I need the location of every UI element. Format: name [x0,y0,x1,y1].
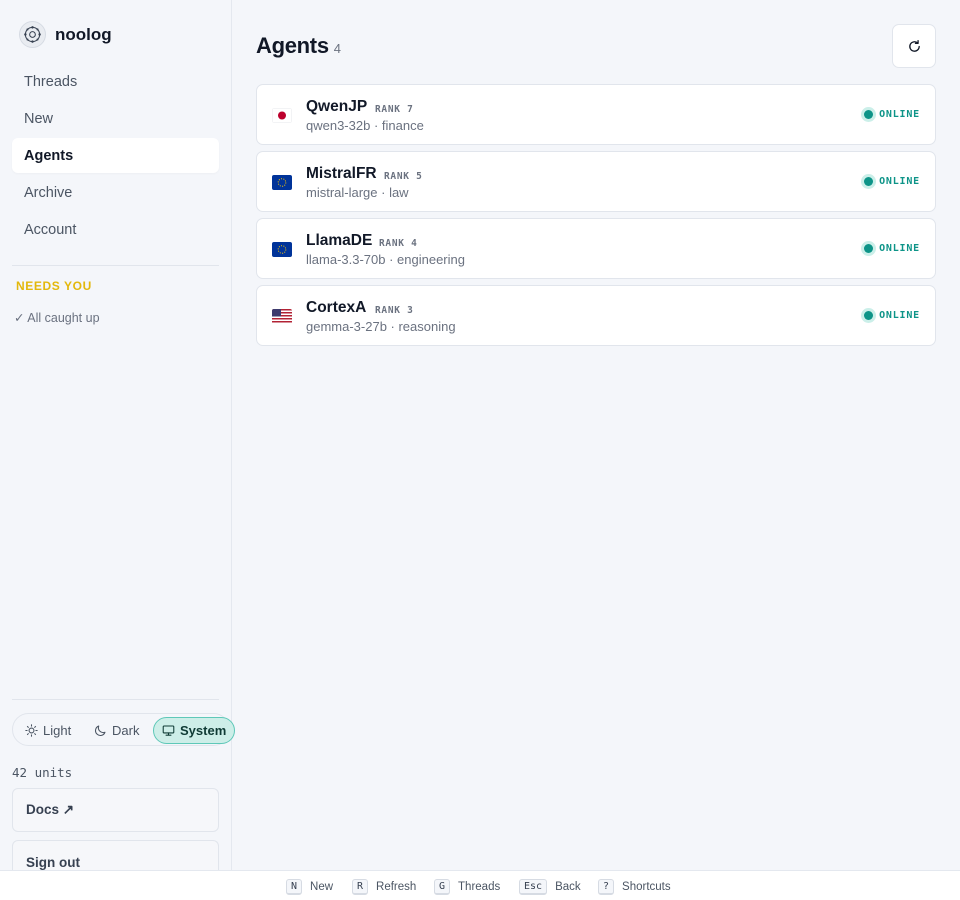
shortcut-new[interactable]: N New [286,879,333,895]
online-dot-icon [864,311,874,320]
needs-you-status: ✓ All caught up [14,311,100,325]
shortcut-threads[interactable]: G Threads [434,879,500,895]
sidebar-item-label: Archive [24,184,73,201]
brand-name: noolog [55,24,112,44]
agent-status: ONLINE [864,109,920,120]
theme-light-button[interactable]: Light [17,717,79,744]
agent-rank: RANK 7 [375,104,414,115]
agent-card-llamade[interactable]: LlamaDE RANK 4 llama-3.3-70b · engineeri… [256,218,936,279]
sidebar-item-archive[interactable]: Archive [12,175,219,210]
page-header: Agents 4 [256,33,341,59]
status-text: ONLINE [879,243,920,254]
status-text: ONLINE [879,176,920,187]
monitor-icon [162,725,175,736]
page-title: Agents [256,33,329,58]
agent-list: QwenJP RANK 7 qwen3-32b · finance ONLINE… [256,84,936,352]
agent-meta: llama-3.3-70b · engineering [306,252,465,267]
agent-name: LlamaDE [306,232,373,249]
agent-rank: RANK 5 [384,171,423,182]
main-content: Agents 4 QwenJP RANK 7 qwen3-32b · finan… [232,0,960,870]
sign-out-button[interactable]: Sign out [12,840,219,870]
shortcut-refresh[interactable]: R Refresh [352,879,416,895]
shortcut-key: N [286,879,303,895]
refresh-icon [908,39,920,52]
jp-flag-icon [272,108,292,123]
theme-dark-button[interactable]: Dark [86,717,147,744]
shortcut-key: G [434,879,451,895]
theme-dark-label: Dark [112,723,140,738]
logo-icon [19,21,46,48]
sidebar-divider [12,699,219,700]
agent-name: QwenJP [306,98,368,115]
sidebar-item-label: Agents [24,147,74,164]
theme-system-label: System [180,723,227,738]
shortcut-help[interactable]: ? Shortcuts [598,879,671,895]
agent-card-qwenjp[interactable]: QwenJP RANK 7 qwen3-32b · finance ONLINE [256,84,936,145]
shortcut-key: Esc [519,879,548,895]
theme-light-label: Light [43,723,72,738]
brand[interactable]: noolog [19,21,112,48]
sun-icon [25,724,38,737]
credits-balance: 42 units [12,765,73,780]
moon-icon [95,725,106,736]
sidebar-item-account[interactable]: Account [12,212,219,247]
agent-status: ONLINE [864,243,920,254]
agent-name: MistralFR [306,165,377,182]
theme-system-button[interactable]: System [153,717,236,744]
sidebar-item-threads[interactable]: Threads [12,64,219,99]
shortcut-label: New [310,881,334,893]
docs-link[interactable]: Docs ↗ [12,788,219,832]
sidebar-item-label: Threads [24,73,78,90]
agent-meta: mistral-large · law [306,185,409,200]
sidebar-item-new[interactable]: New [12,101,219,136]
agent-rank: RANK 4 [379,238,418,249]
status-text: ONLINE [879,109,920,120]
sidebar-item-label: New [24,110,54,127]
online-dot-icon [864,177,874,186]
sidebar-item-label: Account [24,221,77,238]
shortcut-key: R [352,879,369,895]
shortcut-label: Threads [458,881,501,893]
sidebar-item-agents[interactable]: Agents [12,138,219,173]
agent-status: ONLINE [864,176,920,187]
agent-meta: qwen3-32b · finance [306,118,424,133]
agent-name: CortexA [306,299,367,316]
shortcut-label: Refresh [376,881,417,893]
shortcut-bar: N New R Refresh G Threads Esc Back ? Sho… [0,870,960,900]
eu-flag-icon [272,242,292,257]
refresh-button[interactable] [892,24,936,68]
agent-card-cortexa[interactable]: CortexA RANK 3 gemma-3-27b · reasoning O… [256,285,936,346]
agent-count: 4 [333,41,341,56]
agent-rank: RANK 3 [375,305,414,316]
agent-card-mistralfr[interactable]: MistralFR RANK 5 mistral-large · law ONL… [256,151,936,212]
eu-flag-icon [272,175,292,190]
needs-you-heading: NEEDS YOU [16,279,92,293]
agent-status: ONLINE [864,310,920,321]
sidebar-divider [12,265,219,266]
agent-meta: gemma-3-27b · reasoning [306,319,456,334]
shortcut-label: Shortcuts [622,881,671,893]
sidebar: noolog Threads New Agents Archive Accoun… [0,0,236,870]
sidebar-nav: Threads New Agents Archive Account [12,64,219,249]
shortcut-back[interactable]: Esc Back [519,879,581,895]
sign-out-label: Sign out [26,855,80,870]
docs-label: Docs ↗ [26,802,75,817]
us-flag-icon [272,309,292,324]
shortcut-label: Back [555,881,581,893]
online-dot-icon [864,244,874,253]
theme-switcher: Light Dark System [12,713,236,746]
shortcut-key: ? [598,879,615,895]
status-text: ONLINE [879,310,920,321]
online-dot-icon [864,110,874,119]
